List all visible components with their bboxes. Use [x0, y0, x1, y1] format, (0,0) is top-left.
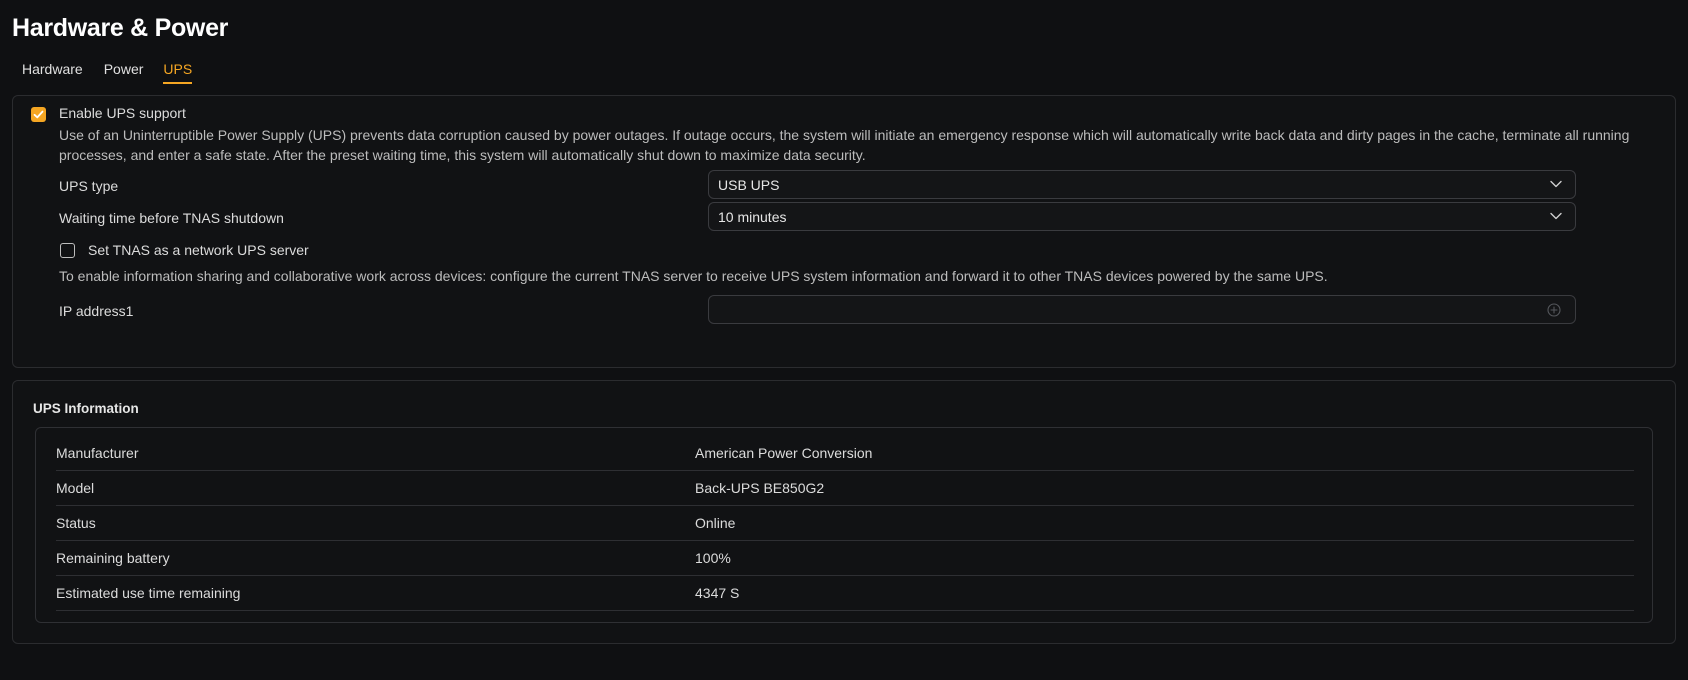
- network-ups-server-description: To enable information sharing and collab…: [59, 268, 1328, 284]
- info-value: American Power Conversion: [695, 445, 873, 461]
- info-value: 4347 S: [695, 585, 740, 601]
- page-title: Hardware & Power: [12, 14, 229, 42]
- page: Hardware & Power Hardware Power UPS Enab…: [0, 0, 1688, 680]
- info-row-manufacturer: Manufacturer American Power Conversion: [56, 436, 1634, 471]
- info-row-model: Model Back-UPS BE850G2: [56, 471, 1634, 506]
- waiting-time-select[interactable]: 10 minutes: [708, 202, 1576, 231]
- ups-type-label: UPS type: [59, 178, 119, 194]
- check-icon: [33, 110, 44, 119]
- info-key: Manufacturer: [56, 445, 139, 461]
- enable-ups-label[interactable]: Enable UPS support: [59, 105, 186, 121]
- tab-bar: Hardware Power UPS: [22, 61, 193, 84]
- plus-circle-icon[interactable]: [1547, 303, 1561, 317]
- network-ups-server-label[interactable]: Set TNAS as a network UPS server: [88, 242, 309, 258]
- ups-information-title: UPS Information: [33, 401, 139, 416]
- chevron-down-icon: [1550, 212, 1562, 220]
- ups-description: Use of an Uninterruptible Power Supply (…: [59, 127, 1630, 163]
- info-row-estimated-time: Estimated use time remaining 4347 S: [56, 576, 1634, 611]
- ups-settings-panel: Enable UPS support Use of an Uninterrupt…: [12, 95, 1676, 368]
- tab-hardware[interactable]: Hardware: [22, 61, 83, 84]
- waiting-time-label: Waiting time before TNAS shutdown: [59, 210, 284, 226]
- waiting-time-value: 10 minutes: [718, 209, 787, 225]
- ups-type-value: USB UPS: [718, 177, 780, 193]
- info-value: 100%: [695, 550, 731, 566]
- ip-address-input[interactable]: [717, 300, 1517, 320]
- enable-ups-checkbox[interactable]: [31, 107, 46, 122]
- network-ups-server-checkbox[interactable]: [60, 243, 75, 258]
- ups-type-select[interactable]: USB UPS: [708, 170, 1576, 199]
- ip-address-label: IP address1: [59, 303, 134, 319]
- tab-ups[interactable]: UPS: [163, 61, 193, 84]
- tab-power[interactable]: Power: [104, 61, 144, 84]
- ups-information-table: Manufacturer American Power Conversion M…: [35, 427, 1653, 623]
- ups-information-panel: UPS Information Manufacturer American Po…: [12, 380, 1676, 644]
- info-key: Model: [56, 480, 95, 496]
- info-key: Status: [56, 515, 96, 531]
- info-row-remaining-battery: Remaining battery 100%: [56, 541, 1634, 576]
- info-value: Back-UPS BE850G2: [695, 480, 825, 496]
- info-row-status: Status Online: [56, 506, 1634, 541]
- info-key: Estimated use time remaining: [56, 585, 241, 601]
- info-key: Remaining battery: [56, 550, 170, 566]
- info-value: Online: [695, 515, 736, 531]
- chevron-down-icon: [1550, 180, 1562, 188]
- ip-address-field[interactable]: [708, 295, 1576, 324]
